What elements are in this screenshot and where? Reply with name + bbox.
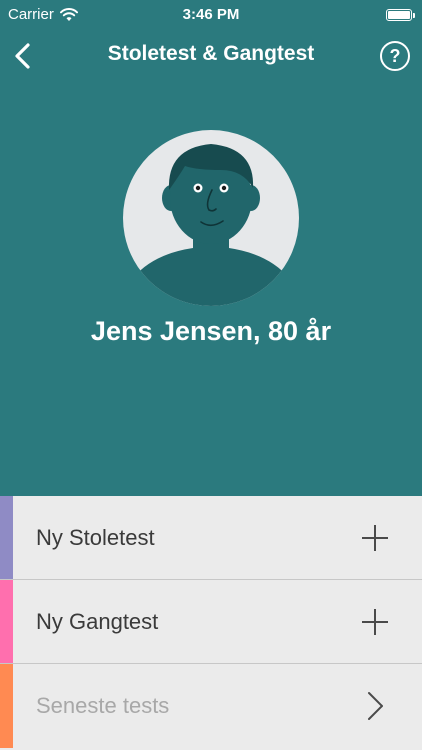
navigation-bar: Stoletest & Gangtest ? <box>0 30 422 82</box>
help-button[interactable]: ? <box>380 41 410 71</box>
page-title: Stoletest & Gangtest <box>107 42 315 65</box>
battery-icon <box>386 9 415 21</box>
new-walk-test-button[interactable]: Ny Gangtest <box>0 580 422 664</box>
row-stripe <box>0 496 13 579</box>
person-avatar-icon <box>123 130 299 306</box>
row-stripe <box>0 580 13 663</box>
chevron-left-icon <box>15 43 30 69</box>
menu-item-label: Seneste tests <box>36 693 170 718</box>
menu-list: Ny Stoletest Ny Gangtest Seneste tests <box>0 496 422 750</box>
new-chair-test-button[interactable]: Ny Stoletest <box>0 496 422 580</box>
menu-item-label: Ny Gangtest <box>36 609 159 634</box>
menu-item-label: Ny Stoletest <box>36 525 155 550</box>
recent-tests-button[interactable]: Seneste tests <box>0 664 422 748</box>
battery-level <box>388 11 410 19</box>
back-button[interactable] <box>8 40 38 72</box>
row-stripe <box>0 664 13 748</box>
status-bar: Carrier 3:46 PM <box>0 0 422 30</box>
plus-icon <box>362 609 388 635</box>
plus-icon <box>362 525 388 551</box>
status-time: 3:46 PM <box>182 6 240 23</box>
patient-name: Jens Jensen, 80 år <box>90 316 332 346</box>
question-circle-icon: ? <box>389 45 401 66</box>
chevron-right-icon <box>368 692 383 720</box>
